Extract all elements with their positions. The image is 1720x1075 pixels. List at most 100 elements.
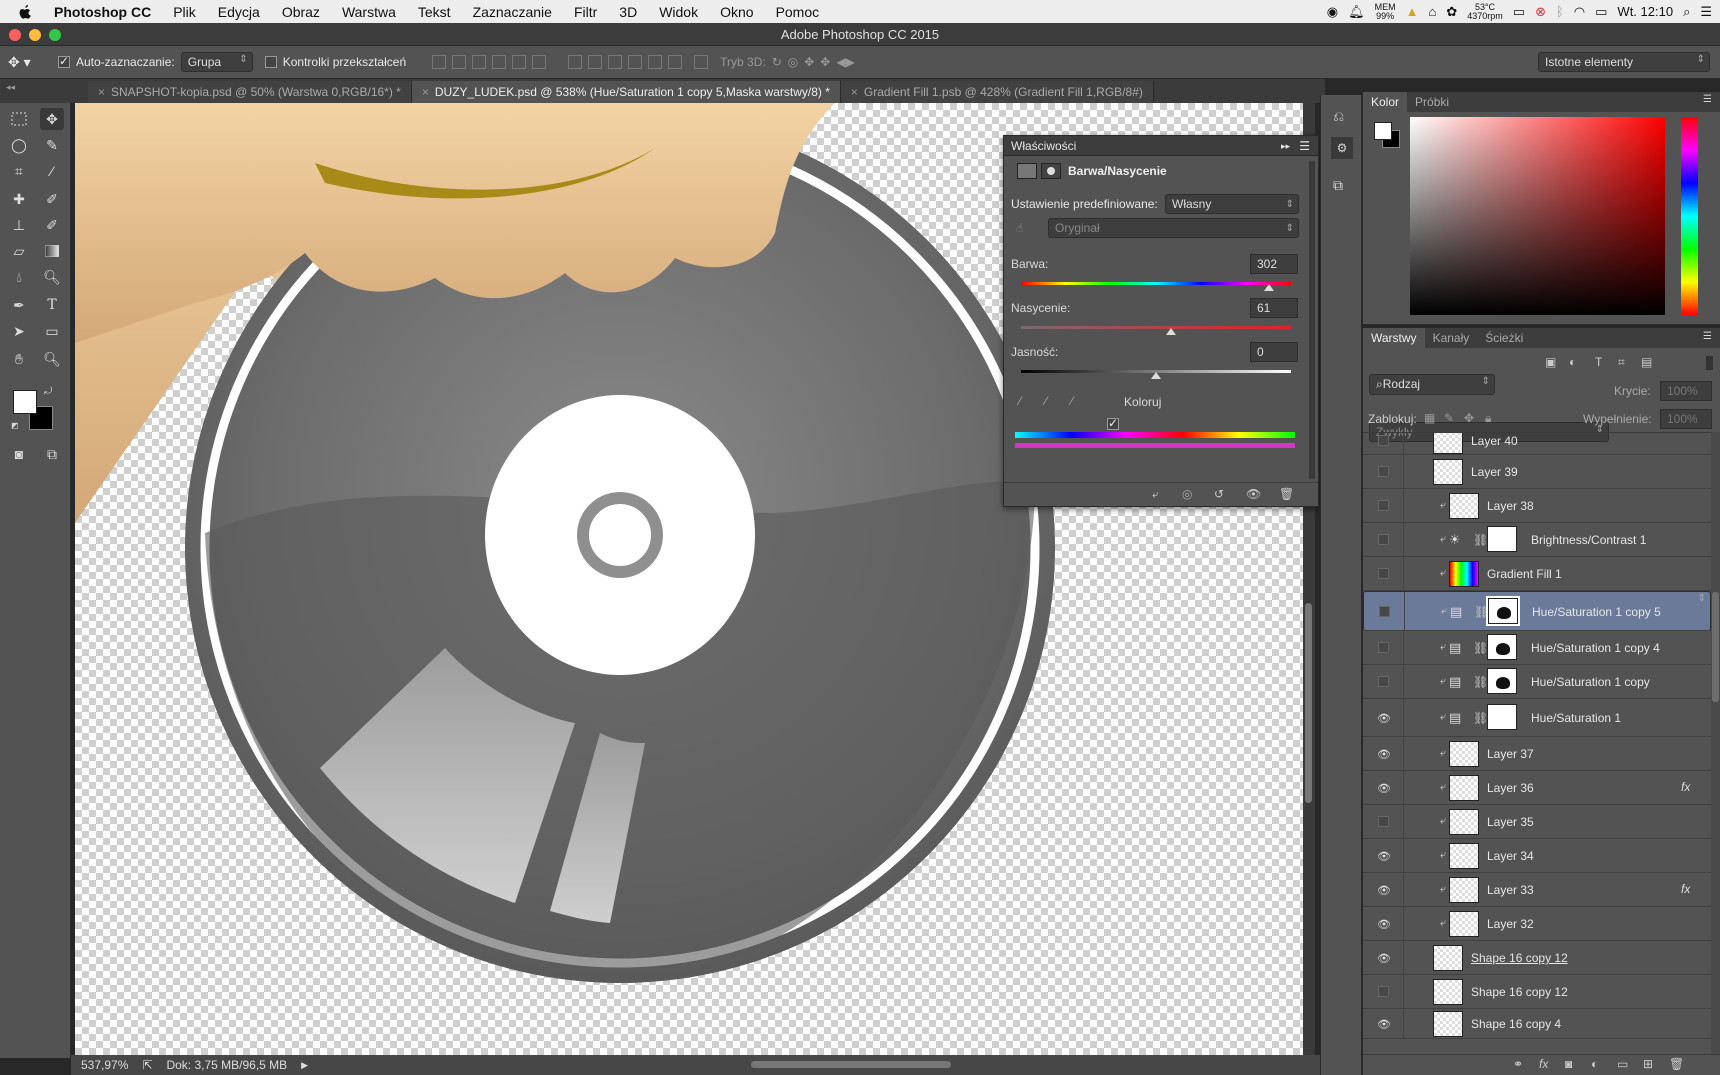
swap-colors-icon[interactable]: ⤾ [44, 386, 52, 397]
roll-3d-icon[interactable]: ◎ [788, 55, 798, 69]
document-tab[interactable]: × Gradient Fill 1.psb @ 428% (Gradient Fi… [840, 81, 1154, 103]
rectangle-tool-icon[interactable]: ▭ [40, 320, 64, 342]
gradient-tool-icon[interactable] [40, 240, 64, 262]
layer-mask-thumbnail[interactable] [1486, 596, 1520, 626]
mask-link-icon[interactable]: ⛓ [1474, 605, 1489, 619]
layer-name[interactable]: Layer 35 [1487, 815, 1534, 829]
layer-style-icon[interactable]: fx [1539, 1057, 1548, 1071]
layers-scroll-thumb[interactable] [1712, 592, 1719, 702]
layer-row[interactable]: ⤶ Layer 35 [1363, 805, 1711, 839]
layer-name[interactable]: Shape 16 copy 12 [1471, 951, 1568, 965]
notification-icon[interactable]: 🔔︎ [1348, 4, 1365, 20]
temperature-status[interactable]: 53°C 4370rpm [1467, 2, 1503, 21]
close-tab-icon[interactable]: × [851, 85, 858, 99]
distribute-center-icon[interactable] [588, 55, 603, 69]
new-adjustment-icon[interactable]: ◐ [1591, 1057, 1598, 1071]
layer-row[interactable]: Layer 40 [1363, 433, 1711, 455]
distribute-top-icon[interactable] [568, 55, 583, 69]
minimize-window-button[interactable] [29, 29, 41, 41]
tab-channels[interactable]: Kanały [1425, 328, 1478, 348]
clone-stamp-tool-icon[interactable]: ⊥ [7, 214, 31, 236]
paragraph-panel-icon[interactable]: ⧉ [1333, 177, 1343, 194]
orbit-3d-icon[interactable]: ↻ [772, 55, 782, 69]
app-menu[interactable]: Photoshop CC [43, 4, 162, 20]
type-tool-icon[interactable]: T [40, 294, 64, 316]
mask-link-icon[interactable]: ⛓ [1473, 675, 1488, 689]
add-mask-icon[interactable]: ◙ [1565, 1057, 1572, 1071]
hue-slider-track[interactable] [1021, 282, 1291, 285]
layer-row[interactable]: 👁︎ Shape 16 copy 12 [1363, 941, 1711, 975]
layer-row[interactable]: Layer 39 [1363, 455, 1711, 489]
visibility-toggle[interactable] [1378, 642, 1389, 653]
fan-icon[interactable]: ✿ [1446, 4, 1457, 20]
foreground-color-swatch[interactable] [13, 390, 37, 414]
clock[interactable]: Wt. 12:10 [1617, 4, 1673, 19]
channel-dropdown[interactable]: Oryginał [1048, 218, 1299, 238]
auto-select-checkbox[interactable] [58, 54, 70, 68]
reset-icon[interactable]: ↺ [1214, 487, 1224, 501]
visibility-eye-icon[interactable]: 👁︎ [1377, 918, 1391, 931]
lock-transparent-icon[interactable]: ▦ [1424, 411, 1435, 425]
align-bottom-icon[interactable] [472, 55, 487, 69]
targeted-adjust-icon[interactable]: ☝ [1016, 221, 1023, 235]
menu-filter[interactable]: Filtr [563, 4, 608, 20]
layer-name[interactable]: Layer 36 [1487, 781, 1534, 795]
layer-row[interactable]: 👁︎ ⤶ Layer 37 [1363, 737, 1711, 771]
layer-name[interactable]: Shape 16 copy 12 [1471, 985, 1568, 999]
layer-name[interactable]: Layer 40 [1471, 434, 1518, 448]
layer-row[interactable]: ⤶ ☀ ⛓ Brightness/Contrast 1 [1363, 523, 1711, 557]
auto-align-icon[interactable] [694, 55, 709, 69]
hue-slider-thumb[interactable] [1264, 284, 1275, 291]
visibility-toggle[interactable] [1378, 435, 1389, 446]
zoom-tool-icon[interactable]: 🔍︎ [40, 348, 64, 370]
layer-name[interactable]: Layer 39 [1471, 465, 1518, 479]
delete-layer-icon[interactable]: 🗑︎ [1669, 1057, 1684, 1071]
menu-3d[interactable]: 3D [608, 4, 648, 20]
layer-row[interactable]: ⤶ ▤ ⛓ Hue/Saturation 1 copy [1363, 665, 1711, 699]
delete-adjustment-icon[interactable]: 🗑︎ [1279, 487, 1294, 501]
toggle-visibility-icon[interactable]: 👁︎ [1246, 487, 1261, 501]
align-right-icon[interactable] [532, 55, 547, 69]
layer-name[interactable]: Layer 34 [1487, 849, 1534, 863]
lightness-input[interactable]: 0 [1250, 342, 1298, 362]
screen-mode-icon[interactable]: ⧉ [40, 443, 64, 465]
panel-menu-icon[interactable]: ☰ [1703, 331, 1712, 342]
eyedropper-tool-icon[interactable]: ⁄ [40, 160, 64, 182]
handoff-icon[interactable]: ⌂ [1428, 4, 1436, 19]
path-selection-tool-icon[interactable]: ➤ [7, 320, 31, 342]
properties-scrollbar[interactable] [1309, 161, 1315, 479]
visibility-toggle[interactable] [1378, 986, 1389, 997]
close-tab-icon[interactable]: × [98, 85, 105, 99]
visibility-eye-icon[interactable]: 👁︎ [1377, 1018, 1391, 1031]
move-tool-preset-icon[interactable]: ✥ ▾ [8, 54, 52, 71]
quick-selection-tool-icon[interactable]: ✎ [40, 134, 64, 156]
pan-3d-icon[interactable]: ✥ [804, 55, 814, 69]
layer-name[interactable]: Shape 16 copy 4 [1471, 1017, 1561, 1031]
filter-type-icon[interactable]: T [1595, 355, 1602, 369]
horizontal-scroll-thumb[interactable] [751, 1061, 951, 1068]
layer-name[interactable]: Layer 37 [1487, 747, 1534, 761]
marquee-tool-icon[interactable] [7, 108, 31, 130]
menu-help[interactable]: Pomoc [765, 4, 831, 20]
crop-tool-icon[interactable]: ⌗ [7, 160, 31, 182]
pen-tool-icon[interactable]: ✒ [7, 294, 31, 316]
vertical-scroll-thumb[interactable] [1305, 603, 1312, 803]
panel-menu-icon[interactable]: ☰ [1703, 94, 1712, 105]
layer-name[interactable]: Layer 33 [1487, 883, 1534, 897]
lock-pixels-icon[interactable]: ✎ [1444, 411, 1454, 425]
visibility-eye-icon[interactable]: 👁︎ [1377, 712, 1391, 725]
warning-icon[interactable]: ▲ [1406, 4, 1419, 19]
auto-select-dropdown[interactable]: Grupa [180, 52, 253, 72]
layer-row[interactable]: 👁︎ Shape 16 copy 4 [1363, 1009, 1711, 1039]
layer-mask-thumbnail[interactable] [1487, 704, 1517, 730]
history-panel-icon[interactable]: ⎌ [1333, 108, 1344, 125]
close-window-button[interactable] [9, 29, 21, 41]
layer-row[interactable]: ⤶ Layer 38 [1363, 489, 1711, 523]
menu-view[interactable]: Widok [648, 4, 709, 20]
hue-input[interactable]: 302 [1250, 254, 1298, 274]
menu-layer[interactable]: Warstwa [331, 4, 407, 20]
close-tab-icon[interactable]: × [422, 85, 429, 99]
visibility-eye-icon[interactable]: 👁︎ [1377, 850, 1391, 863]
saturation-slider-track[interactable] [1021, 326, 1291, 329]
color-field[interactable] [1410, 117, 1665, 315]
